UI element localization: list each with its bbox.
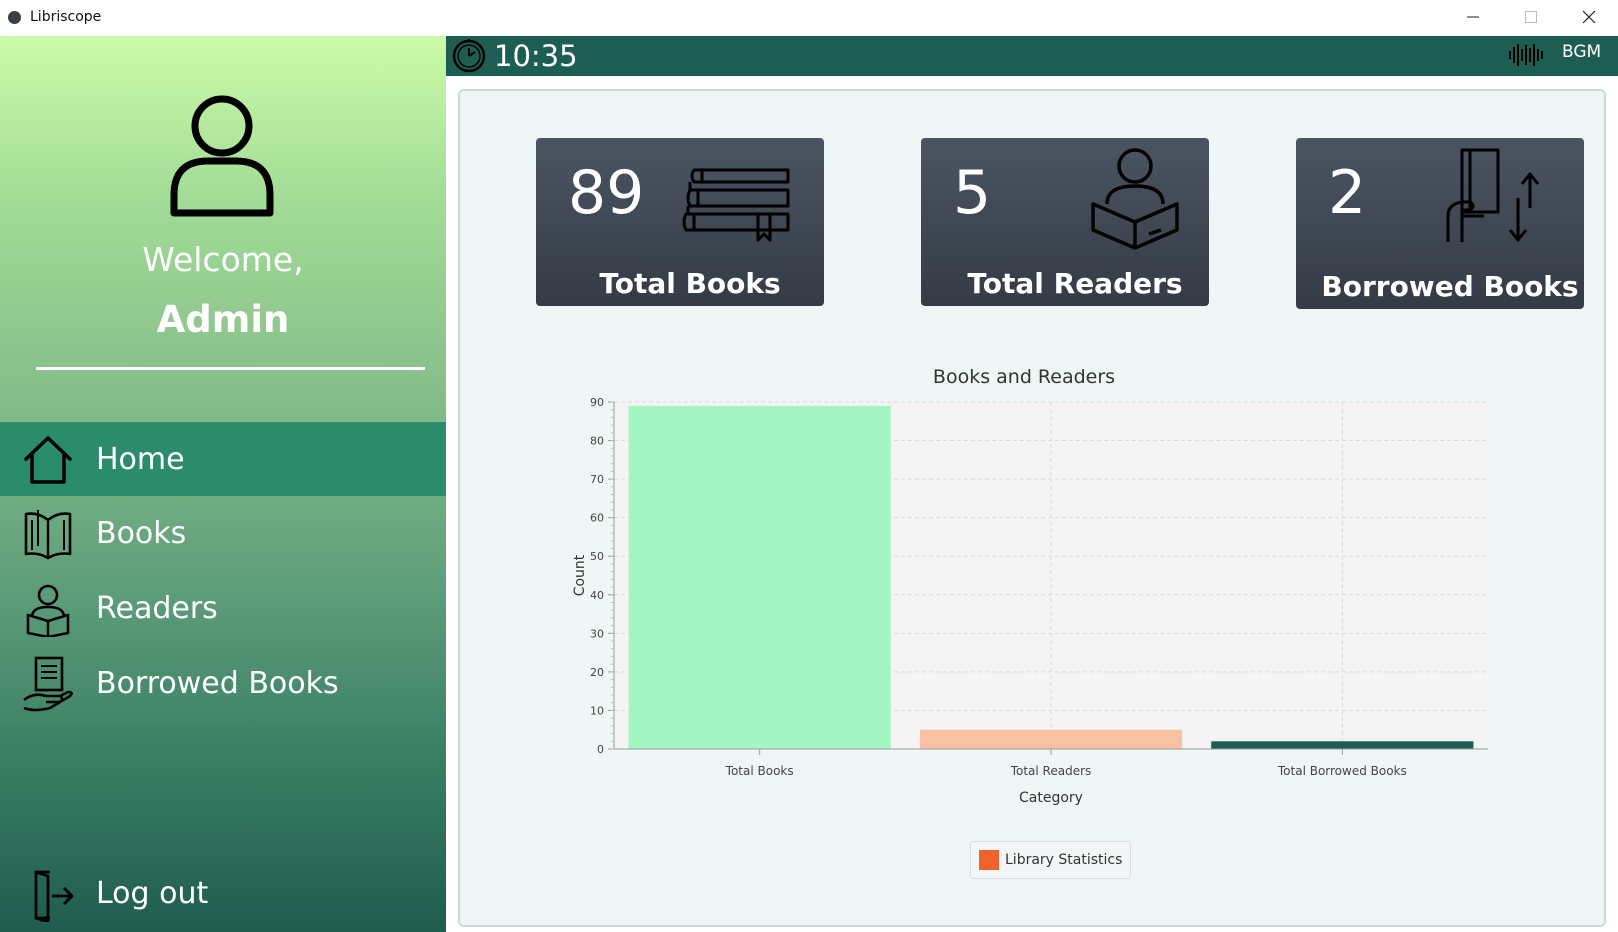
sidebar-item-label: Borrowed Books	[96, 666, 339, 701]
bgm-toggle[interactable]: BGM	[1562, 42, 1601, 62]
sidebar-item-readers[interactable]: Readers	[0, 571, 446, 645]
y-tick-label: 10	[590, 704, 604, 717]
legend-label: Library Statistics	[1005, 852, 1123, 868]
minimize-icon	[1467, 16, 1479, 18]
sidebar-item-label: Readers	[96, 591, 218, 626]
x-tick-label: Total Books	[725, 764, 794, 778]
y-axis-title: Count	[572, 554, 588, 596]
sidebar-item-label: Home	[96, 442, 185, 477]
borrowed-book-icon	[23, 656, 73, 712]
x-tick-label: Total Borrowed Books	[1277, 764, 1407, 778]
welcome-text: Welcome,	[142, 240, 304, 279]
sidebar-item-label: Books	[96, 516, 187, 551]
clock-icon	[452, 39, 486, 73]
user-icon	[170, 95, 274, 217]
sidebar-item-books[interactable]: Books	[0, 496, 446, 570]
chart-title: Books and Readers	[933, 366, 1115, 388]
logout-label: Log out	[96, 876, 209, 911]
maximize-button[interactable]	[1508, 0, 1554, 34]
close-icon	[1582, 10, 1596, 24]
window-title: Libriscope	[30, 9, 102, 25]
user-name: Admin	[156, 298, 290, 341]
app-icon	[8, 11, 21, 24]
x-axis-title: Category	[1019, 790, 1083, 806]
open-book-icon	[24, 510, 72, 560]
bar	[919, 729, 1183, 749]
minimize-button[interactable]	[1450, 0, 1496, 34]
sidebar-item-home[interactable]: Home	[0, 422, 446, 496]
y-tick-label: 80	[590, 435, 604, 448]
y-tick-label: 90	[590, 396, 604, 409]
bar	[628, 405, 891, 749]
close-button[interactable]	[1566, 0, 1612, 34]
reader-icon	[26, 584, 70, 637]
clock-time: 10:35	[494, 39, 578, 73]
y-tick-label: 20	[590, 666, 604, 679]
top-bar: 10:35 BGM	[446, 36, 1618, 76]
x-tick-label: Total Readers	[1010, 764, 1092, 778]
bar	[1211, 741, 1474, 749]
sound-wave-icon[interactable]	[1508, 42, 1546, 68]
sidebar-item-borrowed-books[interactable]: Borrowed Books	[0, 646, 446, 720]
y-tick-label: 30	[590, 627, 604, 640]
dashboard-panel: 89 Total Books 5 Total Readers 2 Borrowe…	[458, 89, 1606, 927]
maximize-icon	[1525, 11, 1537, 23]
y-tick-label: 50	[590, 550, 604, 563]
y-tick-label: 60	[590, 512, 604, 525]
logout-icon	[34, 870, 74, 922]
title-bar: Libriscope	[0, 0, 1618, 36]
legend-swatch	[979, 850, 999, 870]
bar-chart: 0 10 20 30 40 50 60 70 80 90 Total Books Total Read…	[572, 366, 1488, 806]
y-tick-label: 0	[597, 743, 604, 756]
sidebar-divider	[36, 367, 425, 370]
chart-legend[interactable]: Library Statistics	[970, 841, 1132, 879]
logout-button[interactable]: Log out	[0, 856, 446, 930]
y-tick-label: 40	[590, 589, 604, 602]
sidebar: Welcome, Admin Home Books Readers Borrow…	[0, 36, 446, 932]
home-icon	[24, 436, 72, 484]
app-window: Libriscope Welcome, Admin Home Books Rea…	[0, 0, 1618, 932]
y-tick-label: 70	[590, 473, 604, 486]
